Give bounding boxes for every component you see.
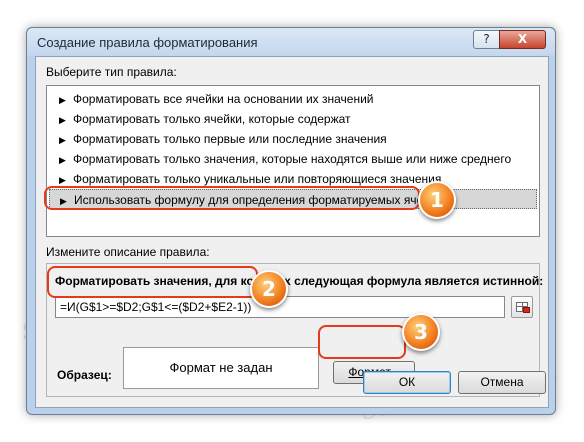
format-rule-dialog: Создание правила форматирования ? X Выбе… xyxy=(26,27,556,415)
help-icon[interactable]: ? xyxy=(473,30,500,49)
callout-highlight-2 xyxy=(47,266,258,298)
title-bar[interactable]: Создание правила форматирования ? X xyxy=(27,28,555,56)
rule-type-item[interactable]: ▶ Форматировать только значения, которые … xyxy=(49,149,537,169)
close-icon[interactable]: X xyxy=(499,30,546,49)
cancel-button[interactable]: Отмена xyxy=(458,371,546,394)
triangle-right-icon: ▶ xyxy=(59,116,66,126)
ok-button[interactable]: ОК xyxy=(363,371,451,394)
triangle-right-icon: ▶ xyxy=(59,96,66,106)
rule-description-label: Измените описание правила: xyxy=(46,245,210,259)
rule-type-item[interactable]: ▶ Форматировать только первые или последн… xyxy=(49,129,537,149)
callout-highlight-3 xyxy=(318,325,406,359)
callout-badge-1: 1 xyxy=(418,181,456,219)
callout-badge-2: 2 xyxy=(250,270,288,308)
dialog-title: Создание правила форматирования xyxy=(37,35,258,50)
rule-type-item[interactable]: ▶ Форматировать все ячейки на основании и… xyxy=(49,89,537,109)
callout-highlight-1 xyxy=(44,186,420,210)
rule-type-list[interactable]: ▶ Форматировать все ячейки на основании и… xyxy=(46,85,540,237)
range-select-icon[interactable] xyxy=(511,296,533,318)
format-preview: Формат не задан xyxy=(123,347,319,389)
callout-badge-3: 3 xyxy=(402,313,440,351)
sample-label: Образец: xyxy=(57,368,112,382)
triangle-right-icon: ▶ xyxy=(59,136,66,146)
rule-type-item[interactable]: ▶ Форматировать только ячейки, которые со… xyxy=(49,109,537,129)
triangle-right-icon: ▶ xyxy=(59,156,66,166)
dialog-body: Выберите тип правила: ▶ Форматировать все… xyxy=(35,56,549,408)
rule-type-label: Выберите тип правила: xyxy=(46,65,177,79)
